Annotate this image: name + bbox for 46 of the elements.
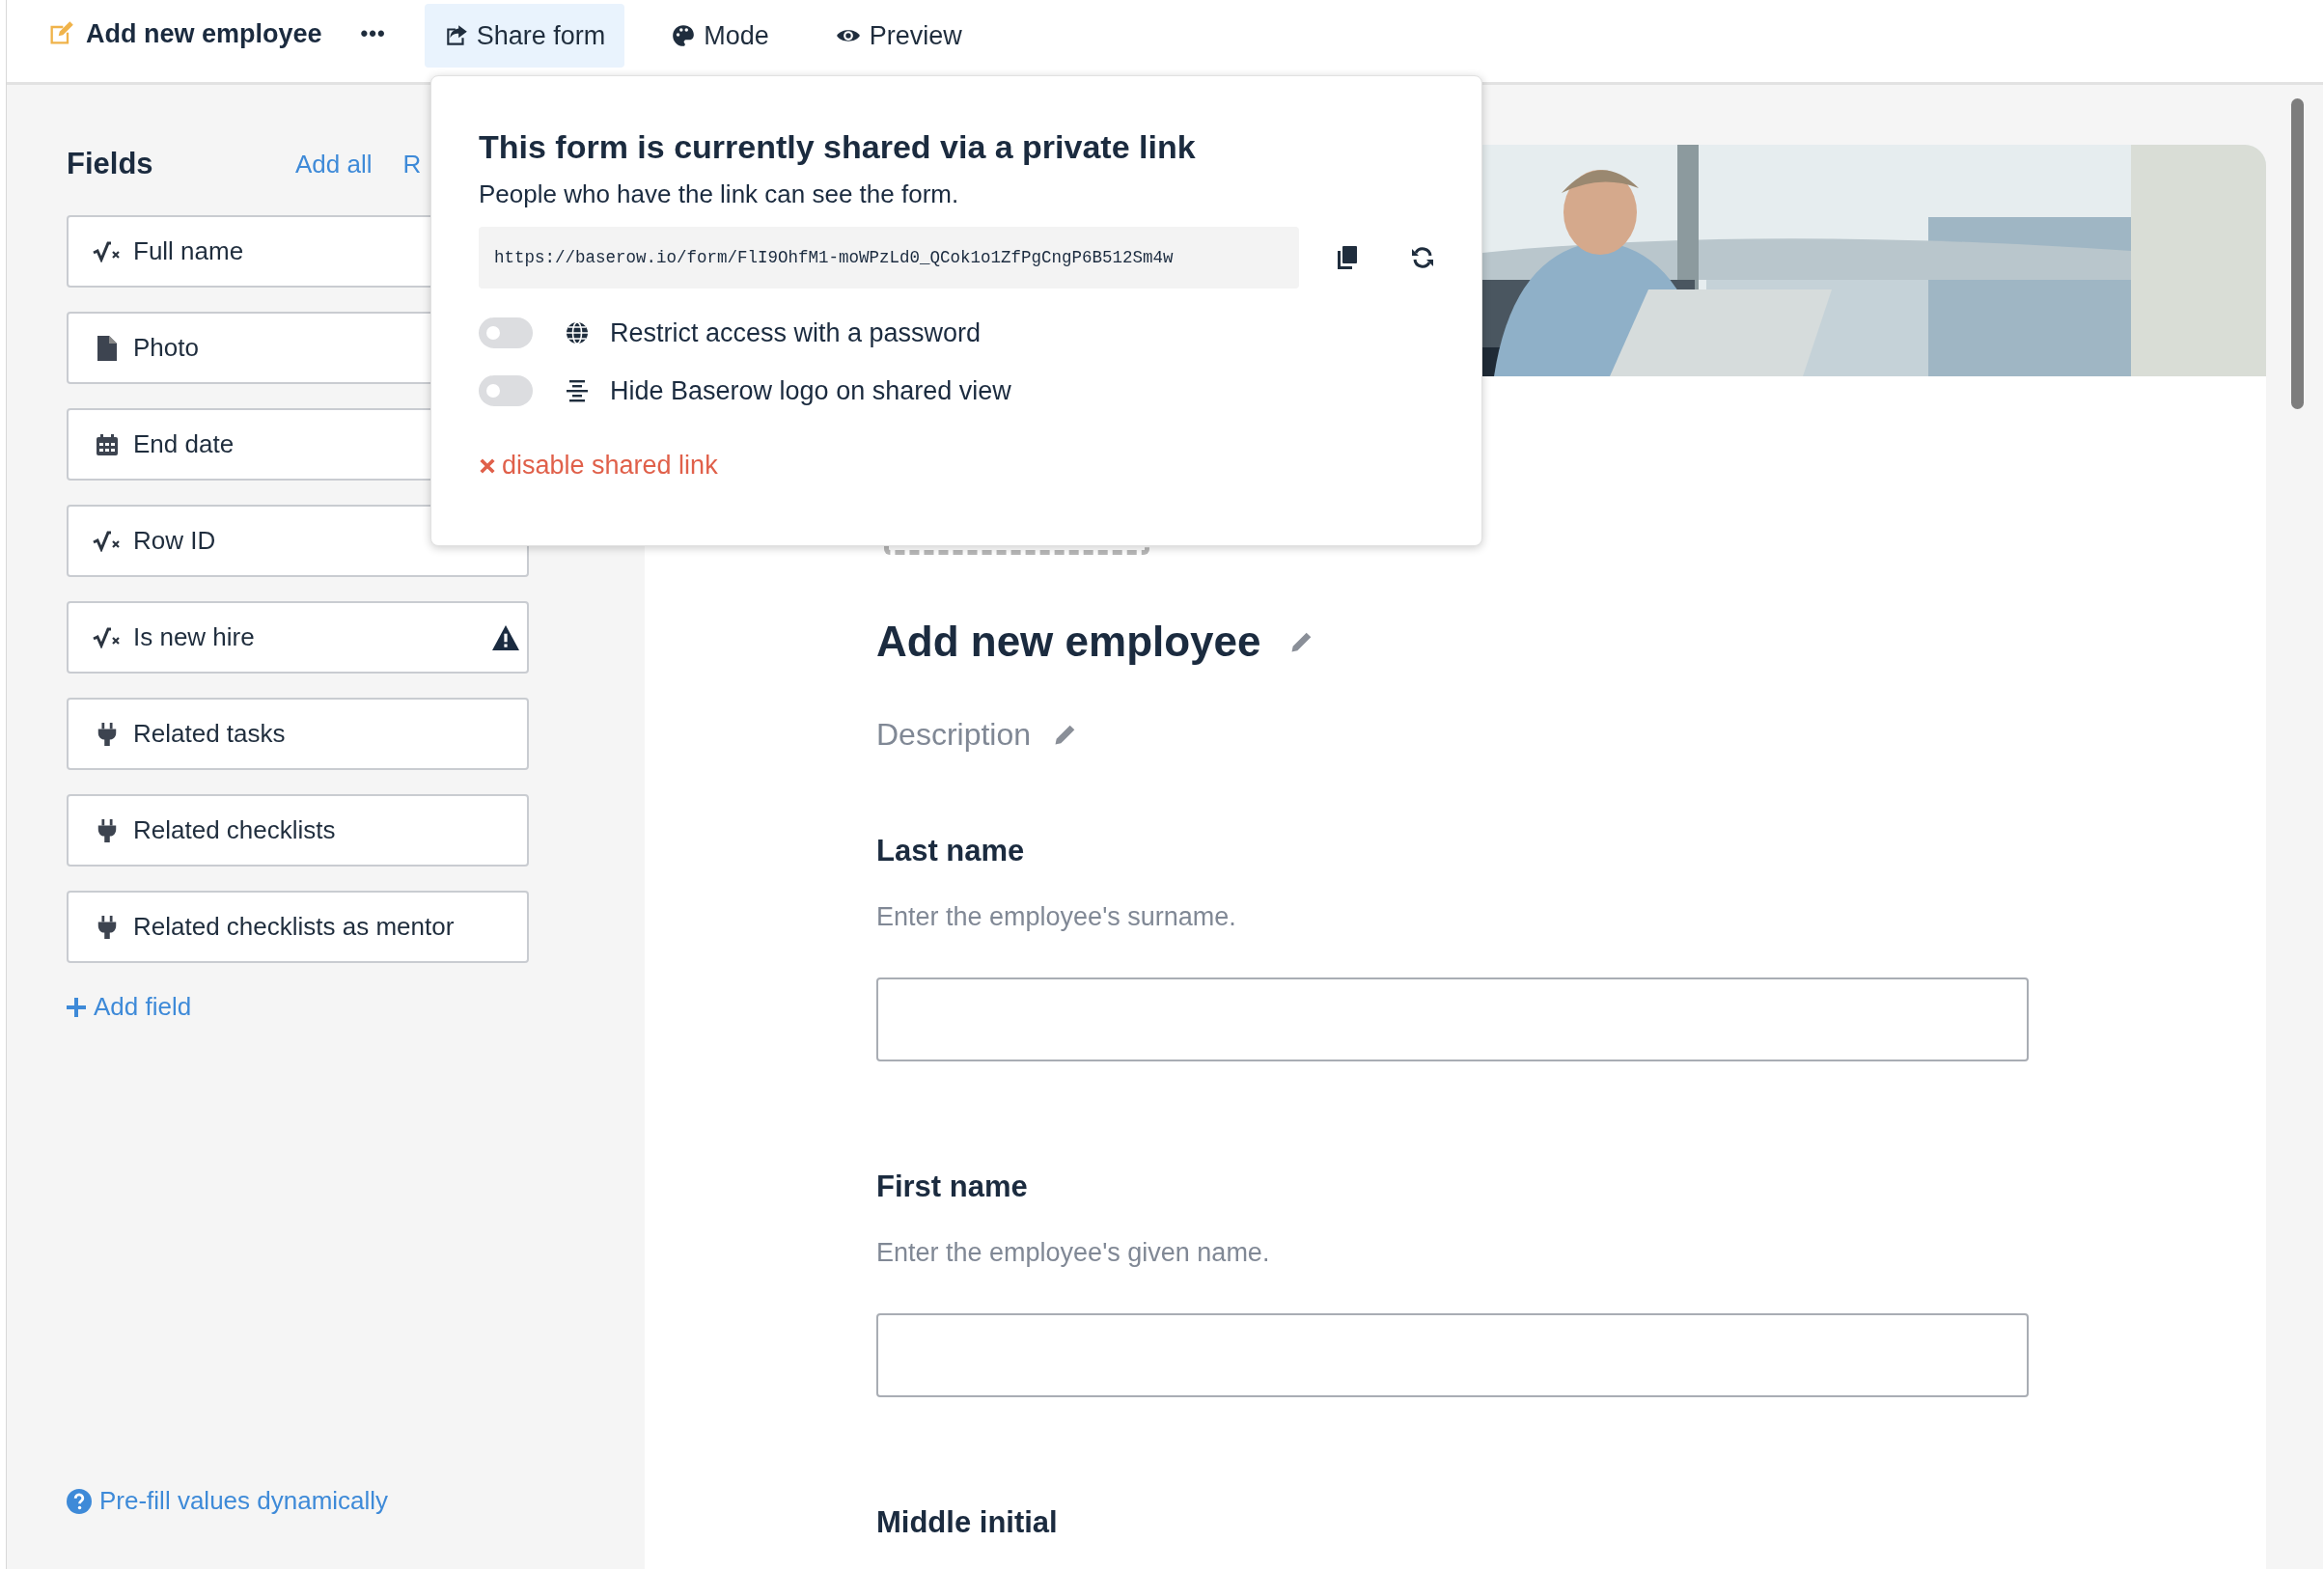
view-title: Add new employee — [86, 18, 322, 49]
copy-icon[interactable] — [1338, 246, 1357, 269]
formula-icon — [93, 626, 122, 648]
warning-icon — [492, 624, 519, 650]
toolbar-tab[interactable]: Share form — [424, 4, 625, 68]
palette-icon — [671, 23, 697, 48]
refresh-icon[interactable] — [1411, 246, 1434, 269]
form-title: Add new employee — [876, 618, 1261, 666]
toolbar-tab[interactable]: Mode — [651, 4, 788, 68]
scrollbar[interactable] — [2291, 98, 2304, 409]
option-label: Hide Baserow logo on shared view — [610, 375, 1011, 406]
field-name: Row ID — [133, 526, 217, 556]
popup-title: This form is currently shared via a private link — [479, 127, 1197, 167]
more-button[interactable]: ••• — [360, 0, 386, 68]
shared-link[interactable]: https://baserow.io/form/FlI9OhfM1-moWPzLd0_QCok1o1ZfPgCngP6B512Sm4w — [479, 227, 1299, 289]
field-help: Enter the employee's given name. — [876, 1237, 1271, 1269]
field-card[interactable]: Related checklists — [67, 794, 529, 867]
text-field[interactable] — [876, 1313, 2029, 1397]
field-name: End date — [133, 429, 235, 459]
field-name: Photo — [133, 333, 200, 363]
align-icon — [566, 379, 589, 402]
field-name: Related checklists as mentor — [133, 912, 456, 942]
field-name: Related checklists — [133, 815, 337, 845]
field-name: Is new hire — [133, 622, 256, 652]
field-card[interactable]: Is new hire — [67, 601, 529, 674]
plus-icon — [67, 997, 86, 1017]
popup-subtitle: People who have the link can see the form. — [479, 179, 960, 210]
field-name: Related tasks — [133, 719, 287, 749]
field-label: Middle initial — [876, 1504, 1059, 1541]
form-description: Description — [876, 716, 1032, 753]
field-label: Last name — [876, 833, 1026, 869]
formula-icon — [93, 240, 122, 262]
field-card[interactable]: Related tasks — [67, 698, 529, 770]
field-card[interactable]: Related checklists as mentor — [67, 891, 529, 963]
globe-icon — [566, 321, 589, 344]
field-label: First name — [876, 1169, 1029, 1205]
close-icon — [479, 456, 496, 475]
toggle-switch[interactable] — [479, 317, 533, 348]
sidebar-heading: Fields — [67, 147, 154, 181]
field-help: Enter the employee's surname. — [876, 901, 1237, 933]
formula-icon — [93, 530, 122, 552]
toolbar-tab[interactable]: Preview — [815, 4, 982, 68]
text-field[interactable] — [876, 977, 2029, 1061]
option-label: Restrict access with a password — [610, 317, 982, 348]
help-icon — [67, 1488, 92, 1514]
toggle-switch[interactable] — [479, 375, 533, 406]
